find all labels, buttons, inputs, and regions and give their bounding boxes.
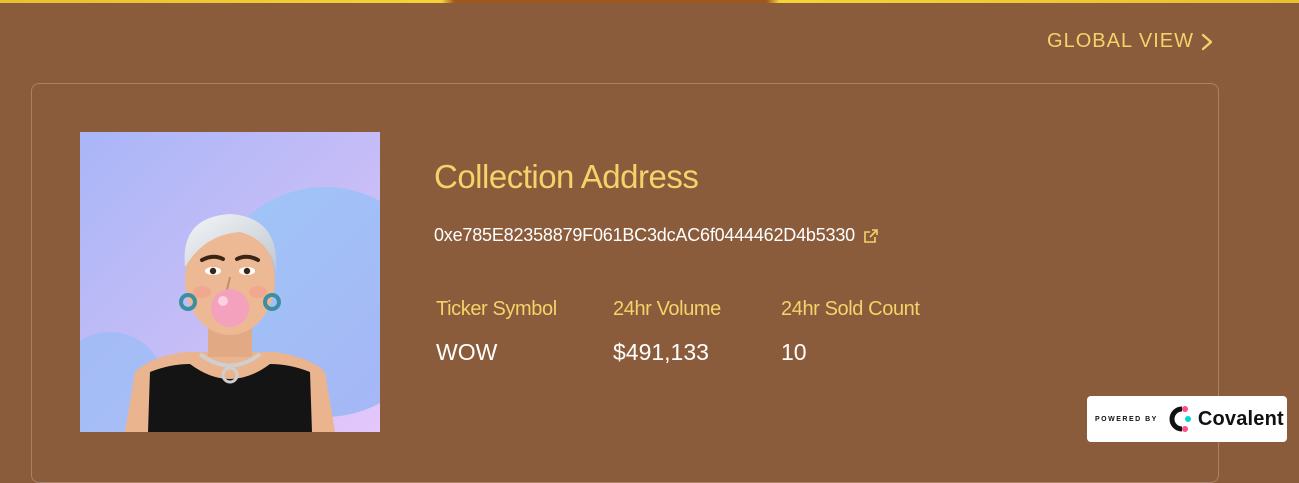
- covalent-logo-icon: [1169, 406, 1191, 432]
- stat-value: $491,133: [613, 339, 709, 365]
- external-link-icon[interactable]: [863, 228, 879, 244]
- covalent-brand-text: Covalent: [1197, 407, 1284, 430]
- stat-label: 24hr Sold Count: [781, 298, 920, 320]
- stat-ticker-symbol: Ticker Symbol WOW: [436, 298, 557, 366]
- stat-value: WOW: [436, 339, 498, 365]
- stat-24hr-volume: 24hr Volume $491,133: [613, 298, 721, 366]
- powered-by-text: POWERED BY: [1095, 415, 1158, 423]
- stat-24hr-sold-count: 24hr Sold Count 10: [781, 298, 920, 366]
- address-row: 0xe785E82358879F061BC3dcAC6f0444462D4b53…: [434, 225, 879, 246]
- chevron-right-icon: [1201, 33, 1213, 50]
- collection-address-value: 0xe785E82358879F061BC3dcAC6f0444462D4b53…: [434, 225, 855, 245]
- nft-avatar-image: [80, 132, 380, 432]
- global-view-label: GLOBAL VIEW: [1047, 30, 1194, 52]
- global-view-link[interactable]: GLOBAL VIEW: [1047, 30, 1214, 53]
- stat-label: 24hr Volume: [613, 298, 721, 320]
- top-accent-bar: [0, 0, 1299, 3]
- stat-label: Ticker Symbol: [436, 298, 557, 320]
- powered-by-covalent-badge[interactable]: POWERED BY Covalent: [1087, 396, 1287, 442]
- stat-value: 10: [781, 339, 807, 365]
- collection-address-title: Collection Address: [434, 158, 699, 195]
